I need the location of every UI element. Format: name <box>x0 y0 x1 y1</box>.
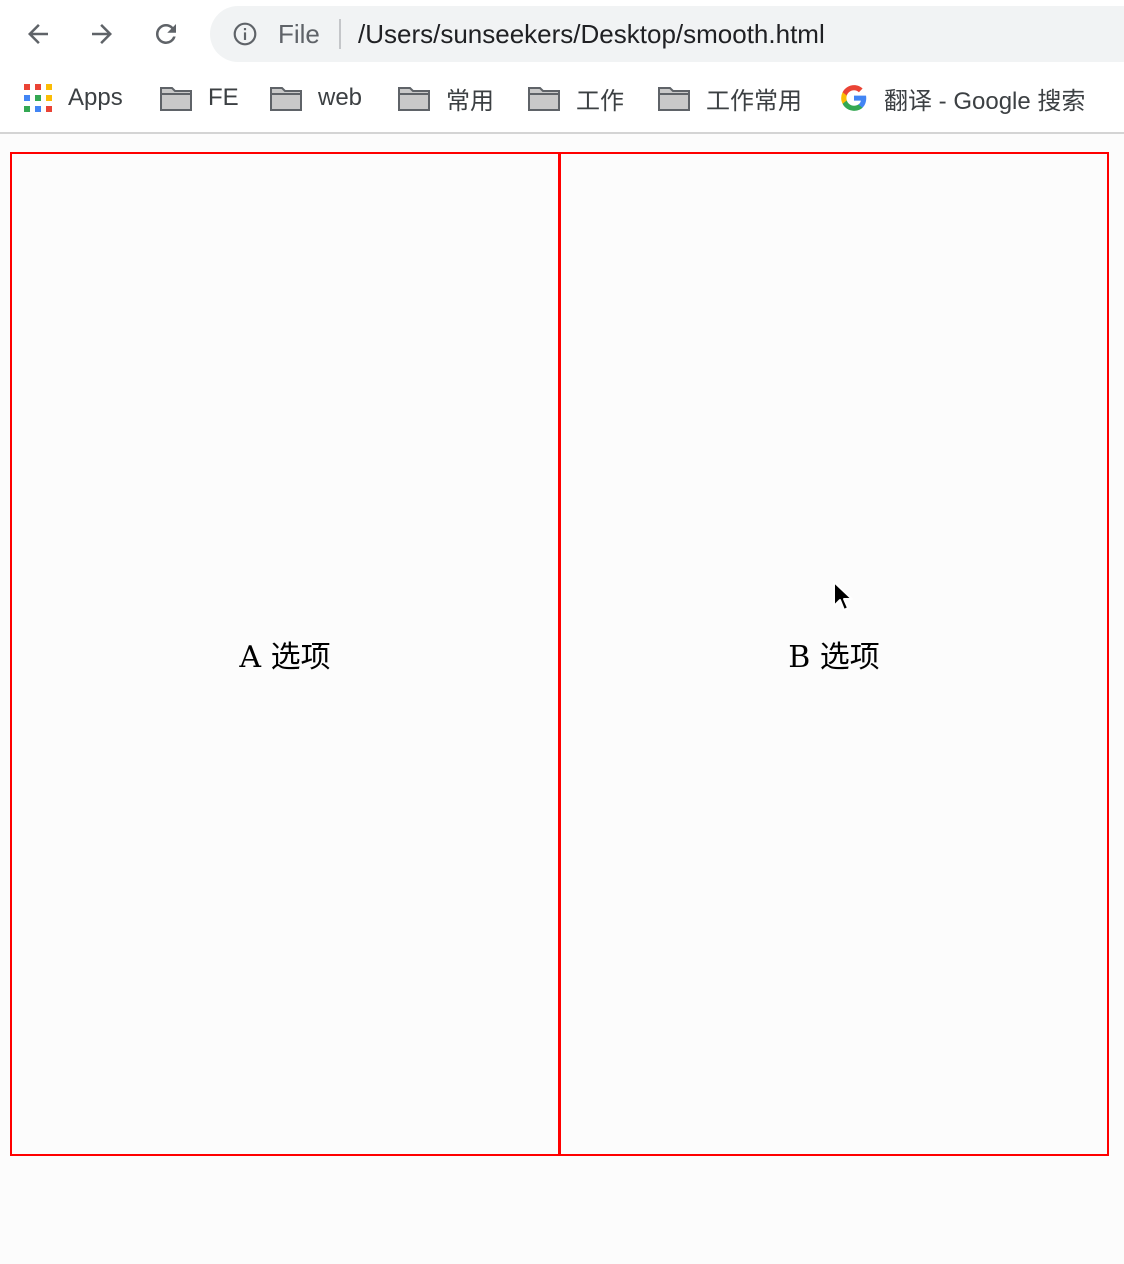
info-icon[interactable] <box>232 21 258 47</box>
option-a-box[interactable]: A 选项 <box>10 152 560 1156</box>
option-b-box[interactable]: B 选项 <box>559 152 1109 1156</box>
bookmark-label: 翻译 - Google 搜索 <box>884 87 1086 115</box>
folder-icon <box>398 87 430 111</box>
bookmark-folder-web[interactable]: web <box>270 80 362 116</box>
url-scheme-label: File <box>278 19 320 49</box>
bookmark-folder-fe[interactable]: FE <box>160 80 239 116</box>
url-text[interactable]: /Users/sunseekers/Desktop/smooth.html <box>358 19 825 49</box>
browser-toolbar: File /Users/sunseekers/Desktop/smooth.ht… <box>0 0 1124 68</box>
forward-button[interactable] <box>82 14 122 54</box>
back-button[interactable] <box>18 14 58 54</box>
reload-button[interactable] <box>146 14 186 54</box>
folder-icon <box>528 87 560 111</box>
bookmark-folder-gongzuo-changyong[interactable]: 工作常用 <box>658 80 802 116</box>
option-b-label: B 选项 <box>788 640 880 675</box>
bookmark-label: web <box>318 84 363 111</box>
bookmark-apps[interactable]: Apps <box>24 80 123 116</box>
bookmark-folder-changyong[interactable]: 常用 <box>398 80 494 116</box>
bookmark-label: FE <box>208 84 239 111</box>
option-a-label: A 选项 <box>239 640 331 675</box>
arrow-right-icon <box>92 24 112 44</box>
google-icon <box>841 85 867 111</box>
arrow-left-icon <box>28 24 48 44</box>
folder-icon <box>160 87 192 111</box>
reload-icon <box>155 23 176 44</box>
bookmark-google-translate[interactable]: 翻译 - Google 搜索 <box>840 80 1085 116</box>
bookmark-label: Apps <box>68 84 123 111</box>
page-viewport: A 选项 B 选项 <box>0 134 1124 1264</box>
bookmark-label: 工作 <box>576 87 624 115</box>
address-bar[interactable]: File /Users/sunseekers/Desktop/smooth.ht… <box>210 6 1124 62</box>
bookmark-label: 工作常用 <box>706 87 802 115</box>
omnibox-divider <box>339 19 341 49</box>
bookmark-folder-gongzuo[interactable]: 工作 <box>528 80 624 116</box>
bookmark-label: 常用 <box>446 87 494 115</box>
folder-icon <box>658 87 690 111</box>
apps-grid-icon <box>24 84 52 112</box>
folder-icon <box>270 87 302 111</box>
bookmarks-bar: Apps FE web 常用 工作 工作常用 翻译 - Google 搜索 <box>0 68 1124 134</box>
mouse-pointer-icon <box>833 581 853 611</box>
